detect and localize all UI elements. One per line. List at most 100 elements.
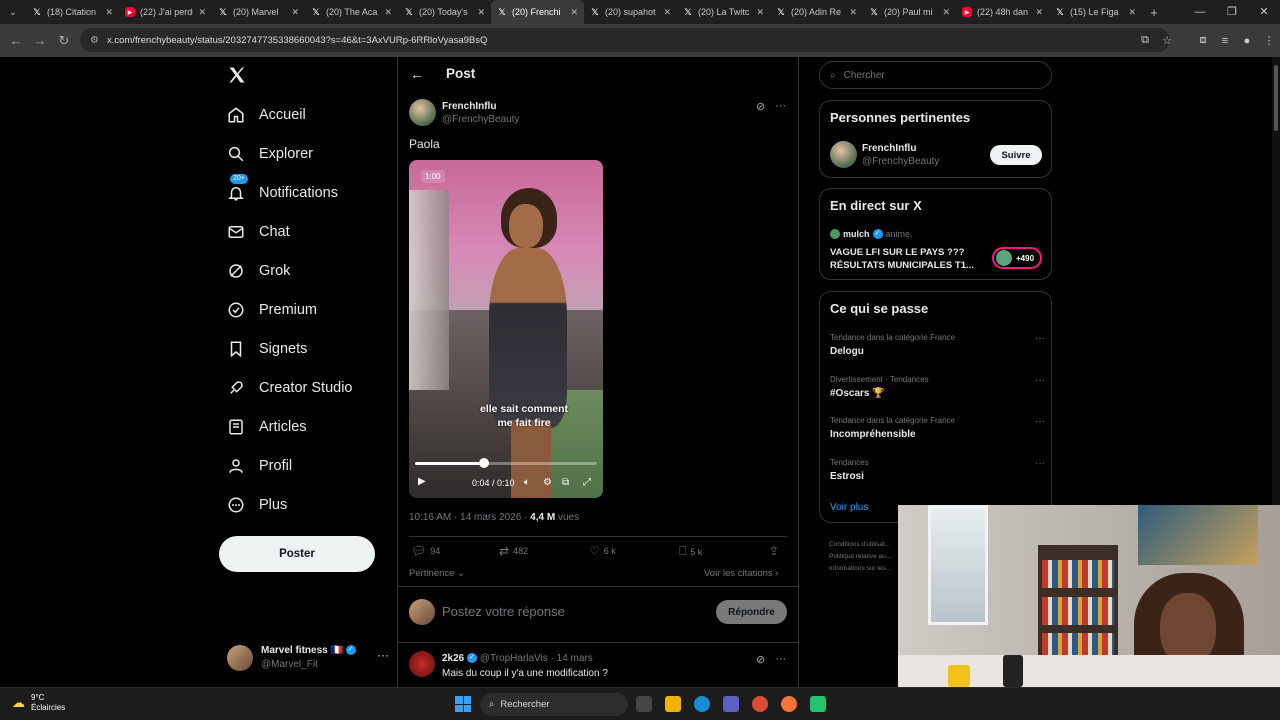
comment-avatar[interactable] [409,651,435,677]
media-icon[interactable]: ≡ [1214,35,1236,47]
more-icon[interactable]: ··· [1035,333,1045,344]
account-switcher[interactable]: Marvel fitness 🇫🇷 ✓ @Marvel_Fit ··· [227,642,389,674]
trend-item[interactable]: Tendances Estrosi ··· [830,458,1045,482]
author-avatar[interactable] [409,99,436,126]
browser-tab[interactable]: 𝕏 (20) supahot ✕ [584,0,677,24]
back-button[interactable]: ← [4,33,28,48]
new-tab-button[interactable]: + [1142,5,1166,20]
trend-item[interactable]: Divertissement · Tendances #Oscars 🏆 ··· [830,375,1045,399]
nav-item-articles[interactable]: Articles [227,412,307,442]
author-name[interactable]: FrenchInflu [442,101,496,112]
browser-tab[interactable]: 𝕏 (20) Marvel ✕ [212,0,305,24]
like-action[interactable]: ♡ 6 k [589,544,616,558]
nav-item-profil[interactable]: Profil [227,451,292,481]
taskbar-search[interactable]: ⌕ Rechercher [480,693,628,716]
firefox-icon[interactable] [781,696,797,712]
close-tab-icon[interactable]: ✕ [1035,7,1043,18]
view-quotes-link[interactable]: Voir les citations › [704,568,778,579]
more-icon[interactable]: ··· [775,653,786,666]
grok-icon[interactable]: ⊘ [756,653,765,666]
close-tab-icon[interactable]: ✕ [570,7,578,18]
bookmark-action[interactable]: ⎕ 5 k [679,544,702,559]
live-card[interactable]: En direct sur X mulch ✓ anime. VAGUE LFI… [819,188,1052,280]
fullscreen-icon[interactable]: ⤢ [583,477,591,488]
close-tab-icon[interactable]: ✕ [756,7,764,18]
nav-item-explorer[interactable]: Explorer [227,139,313,169]
pip-icon[interactable]: ⧉ [562,477,569,488]
chrome-icon[interactable] [752,696,768,712]
play-icon[interactable]: ▶ [418,476,426,487]
weather-widget[interactable]: ☁ 9°C Éclaircies [12,693,65,713]
close-tab-icon[interactable]: ✕ [198,7,206,18]
profile-avatar-icon[interactable]: ● [1236,35,1258,47]
author-handle[interactable]: @FrenchyBeauty [442,114,519,125]
browser-tab[interactable]: ▶ (22) J'ai perdu ✕ [119,0,212,24]
related-name[interactable]: FrenchInflu [862,143,916,154]
file-explorer-icon[interactable] [665,696,681,712]
task-view-icon[interactable] [636,696,652,712]
nav-item-plus[interactable]: Plus [227,490,287,520]
more-icon[interactable]: ··· [377,648,389,662]
more-icon[interactable]: ··· [775,100,786,113]
close-tab-icon[interactable]: ✕ [849,7,857,18]
browser-tab[interactable]: ▶ (22) 48h dan ✕ [956,0,1049,24]
store-icon[interactable] [723,696,739,712]
reply-button[interactable]: Répondre [716,600,787,624]
close-tab-icon[interactable]: ✕ [942,7,950,18]
more-icon[interactable]: ··· [1035,416,1045,427]
trend-item[interactable]: Tendance dans la catégorie France Incompr… [830,416,1045,440]
video-scrubber-handle[interactable] [479,458,489,468]
nav-item-premium[interactable]: Premium [227,295,317,325]
sort-dropdown[interactable]: Pertinence ⌄ [409,568,465,579]
live-listeners-pill[interactable]: +490 [992,247,1042,269]
browser-tab[interactable]: 𝕏 (20) Adin Re ✕ [770,0,863,24]
close-tab-icon[interactable]: ✕ [663,7,671,18]
browser-tab[interactable]: 𝕏 (20) The Aca ✕ [305,0,398,24]
browser-tab[interactable]: 𝕏 (15) Le Figa ✕ [1049,0,1142,24]
extensions-icon[interactable]: ⧈ [1192,34,1214,47]
browser-tab[interactable]: 𝕏 (20) Frenchi ✕ [491,0,584,24]
close-tab-icon[interactable]: ✕ [1128,7,1136,18]
nav-item-chat[interactable]: Chat [227,217,290,247]
see-more-link[interactable]: Voir plus [830,502,868,513]
browser-tab[interactable]: 𝕏 (20) Paul mi ✕ [863,0,956,24]
footer-link[interactable]: Conditions d'utilisat... [829,539,891,551]
forward-button[interactable]: → [28,33,52,48]
trend-item[interactable]: Tendance dans la catégorie France Delogu ·… [830,333,1045,357]
video-progress-bar[interactable] [415,458,597,468]
nav-item-signets[interactable]: Signets [227,334,307,364]
video-player[interactable]: 1:00 elle sait comment me fait fire ▶ 0:… [409,160,603,498]
minimize-button[interactable]: — [1184,0,1216,24]
x-logo-icon[interactable] [227,65,247,85]
maximize-button[interactable]: ❐ [1216,0,1248,24]
edge-icon[interactable] [694,696,710,712]
close-tab-icon[interactable]: ✕ [384,7,392,18]
share-action[interactable]: ⇪ [769,544,779,558]
close-tab-icon[interactable]: ✕ [477,7,485,18]
scrollbar-thumb[interactable] [1274,65,1278,131]
reply-input[interactable]: Postez votre réponse [442,604,565,619]
nav-item-grok[interactable]: Grok [227,256,290,286]
close-tab-icon[interactable]: ✕ [291,7,299,18]
reply-action[interactable]: 💬︎ 94 [411,544,440,558]
repost-action[interactable]: ⇄ 482 [499,544,528,558]
settings-icon[interactable]: ⚙ [543,477,552,488]
bookmark-star-icon[interactable]: ☆ [1156,34,1178,47]
footer-link[interactable]: Politique relative au... [829,551,891,563]
browser-tab[interactable]: 𝕏 (18) Citation ✕ [26,0,119,24]
avatar[interactable] [830,141,857,168]
search-input[interactable]: ⌕ Chercher [819,61,1052,89]
browser-tab[interactable]: 𝕏 (20) La Twitc ✕ [677,0,770,24]
app-icon[interactable] [810,696,826,712]
follow-button[interactable]: Suivre [990,145,1042,165]
browser-tab[interactable]: 𝕏 (20) Today's ✕ [398,0,491,24]
close-window-button[interactable]: ✕ [1248,0,1280,24]
site-info-icon[interactable]: ⚙ [90,35,99,46]
more-icon[interactable]: ··· [1035,375,1045,386]
tab-search-button[interactable]: ⌄ [0,0,26,24]
more-icon[interactable]: ··· [1035,458,1045,469]
reload-button[interactable]: ↻ [52,33,76,49]
footer-link[interactable]: Informations sur les... [829,563,891,575]
post-button[interactable]: Poster [219,536,375,572]
nav-item-notifications[interactable]: 20+ Notifications [227,174,338,208]
